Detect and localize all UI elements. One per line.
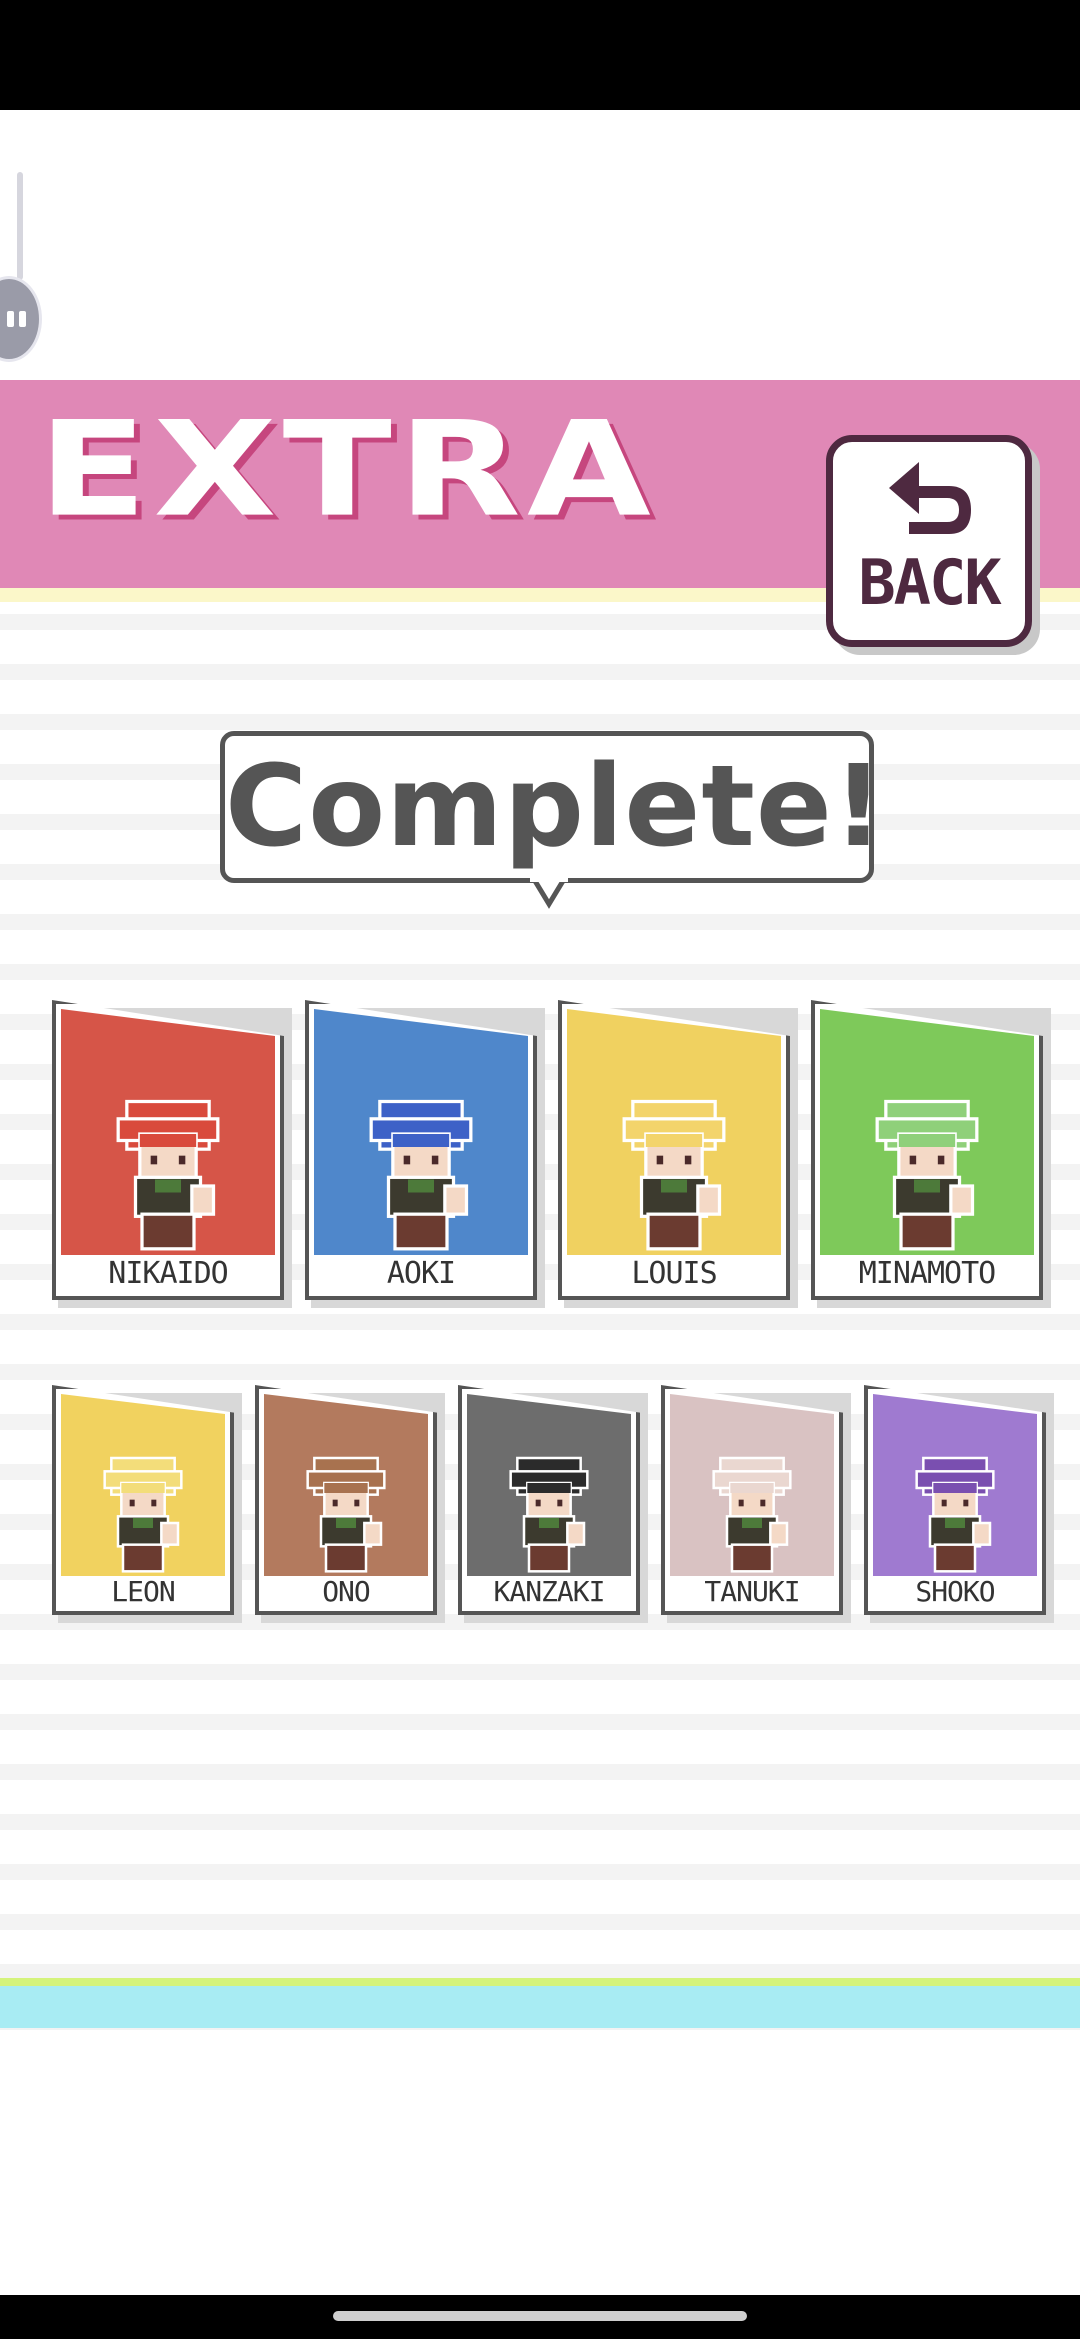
- character-name: ONO: [322, 1575, 371, 1608]
- bottom-stripe-cyan: [0, 1986, 1080, 2028]
- portrait: [873, 1394, 1037, 1576]
- return-arrow-icon: [889, 462, 971, 534]
- character-name: TANUKI: [704, 1575, 800, 1608]
- card-frame: TANUKI: [661, 1385, 843, 1615]
- portrait: [61, 1009, 275, 1255]
- character-card-louis[interactable]: LOUIS: [558, 1000, 798, 1308]
- character-name: LEON: [111, 1575, 175, 1608]
- card-frame: KANZAKI: [458, 1385, 640, 1615]
- character-card-kanzaki[interactable]: KANZAKI: [458, 1385, 648, 1623]
- character-name: KANZAKI: [493, 1575, 605, 1608]
- speech-tail-icon: [530, 876, 568, 909]
- back-button[interactable]: BACK: [826, 435, 1032, 647]
- side-handle-track: [17, 172, 23, 280]
- card-frame: NIKAIDO: [52, 1000, 284, 1300]
- portrait: [467, 1394, 631, 1576]
- character-sprite: [116, 1099, 220, 1251]
- character-sprite: [622, 1099, 726, 1251]
- back-label: BACK: [858, 546, 1001, 619]
- status-bar: [0, 0, 1080, 110]
- character-name: SHOKO: [915, 1575, 995, 1608]
- character-sprite: [875, 1099, 979, 1251]
- character-card-shoko[interactable]: SHOKO: [864, 1385, 1054, 1623]
- complete-text: Complete!: [225, 742, 885, 872]
- character-sprite: [712, 1456, 792, 1573]
- character-card-aoki[interactable]: AOKI: [305, 1000, 545, 1308]
- floating-assistant-button[interactable]: [0, 276, 42, 362]
- character-name: LOUIS: [631, 1256, 717, 1291]
- portrait: [820, 1009, 1034, 1255]
- character-sprite: [369, 1099, 473, 1251]
- character-card-tanuki[interactable]: TANUKI: [661, 1385, 851, 1623]
- character-card-nikaido[interactable]: NIKAIDO: [52, 1000, 292, 1308]
- home-indicator[interactable]: [333, 2311, 747, 2321]
- card-frame: MINAMOTO: [811, 1000, 1043, 1300]
- portrait: [670, 1394, 834, 1576]
- character-sprite: [915, 1456, 995, 1573]
- card-frame: LOUIS: [558, 1000, 790, 1300]
- card-frame: SHOKO: [864, 1385, 1046, 1615]
- character-sprite: [306, 1456, 386, 1573]
- character-sprite: [509, 1456, 589, 1573]
- character-name: AOKI: [386, 1256, 456, 1291]
- portrait: [264, 1394, 428, 1576]
- complete-banner: Complete!: [220, 731, 885, 883]
- character-name: NIKAIDO: [108, 1256, 228, 1291]
- eye-icon: [7, 311, 14, 327]
- screen-title: EXTRA: [38, 392, 657, 546]
- eye-icon: [19, 311, 26, 327]
- portrait: [314, 1009, 528, 1255]
- character-card-minamoto[interactable]: MINAMOTO: [811, 1000, 1051, 1308]
- navigation-bar: [0, 2295, 1080, 2339]
- character-card-ono[interactable]: ONO: [255, 1385, 445, 1623]
- extra-screen: EXTRA BACK Complete! NIKAIDO AOKI LOUIS …: [0, 380, 1080, 2030]
- portrait: [61, 1394, 225, 1576]
- character-name: MINAMOTO: [858, 1256, 997, 1291]
- card-frame: AOKI: [305, 1000, 537, 1300]
- character-card-leon[interactable]: LEON: [52, 1385, 242, 1623]
- card-frame: LEON: [52, 1385, 234, 1615]
- card-frame: ONO: [255, 1385, 437, 1615]
- bottom-stripe-green: [0, 1978, 1080, 1986]
- character-sprite: [103, 1456, 183, 1573]
- portrait: [567, 1009, 781, 1255]
